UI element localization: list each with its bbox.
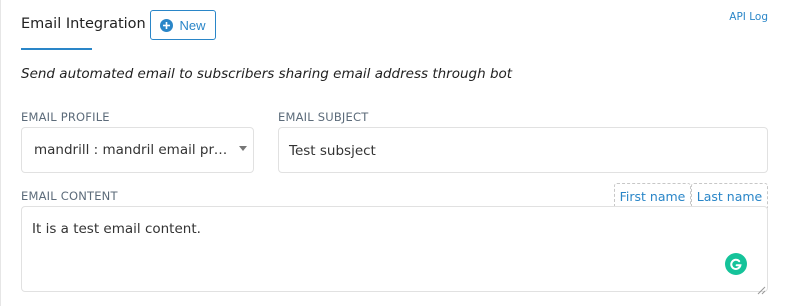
section-header: Email Integration xyxy=(21,8,146,40)
new-button[interactable]: New xyxy=(150,10,216,40)
section-title-underline xyxy=(21,48,92,50)
new-button-label: New xyxy=(179,17,206,33)
resize-handle-icon[interactable] xyxy=(756,280,766,295)
email-subject-input[interactable]: Test subsject xyxy=(278,127,768,173)
email-content-label: EMAIL CONTENT xyxy=(21,189,118,203)
email-profile-value: mandrill : mandril email profile xyxy=(34,142,229,158)
api-log-link[interactable]: API Log xyxy=(729,11,768,23)
plus-circle-icon xyxy=(160,18,174,32)
email-profile-select[interactable]: mandrill : mandril email profile xyxy=(21,127,254,173)
left-divider xyxy=(0,0,1,306)
chevron-down-icon xyxy=(239,146,247,151)
email-profile-label: EMAIL PROFILE xyxy=(21,110,110,124)
email-content-textarea[interactable]: It is a test email content. xyxy=(21,206,768,292)
section-title: Email Integration xyxy=(21,16,146,32)
section-description: Send automated email to subscribers shar… xyxy=(21,66,513,82)
email-subject-label: EMAIL SUBJECT xyxy=(278,110,369,124)
grammarly-icon[interactable] xyxy=(725,253,747,275)
